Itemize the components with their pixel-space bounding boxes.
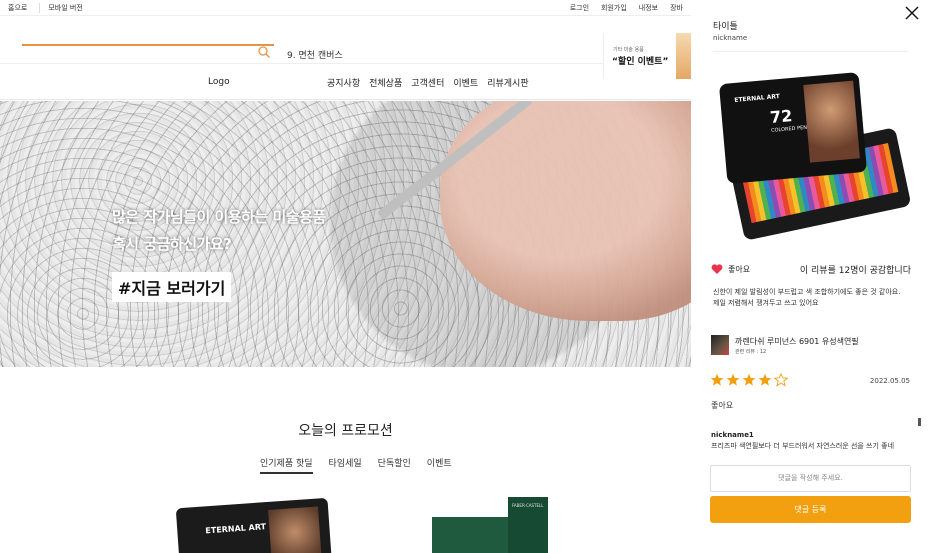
home-link[interactable]: 홈으로	[8, 3, 27, 13]
empathy-count: 이 리뷰를 12명이 공감합니다	[799, 266, 911, 276]
tin-brand: ETERNAL ART	[734, 93, 781, 104]
hero-banner[interactable]: 많은 작가님들이 이용하는 미술용품 혹시 궁금하신가요? #지금 보러가기	[0, 101, 691, 367]
comment-submit-button[interactable]: 댓글 등록	[710, 496, 911, 523]
review-title: 타이틀	[713, 22, 738, 32]
review-author: nickname	[713, 34, 748, 42]
nav-notice[interactable]: 공지사항	[327, 76, 360, 89]
my-info-link[interactable]: 내정보	[639, 3, 658, 13]
top-utility-bar: 홈으로 모바일 버전 로그인 회원가입 내정보 장바	[0, 0, 691, 16]
promo-banner-sub: 기타 미술 용품	[613, 47, 644, 53]
review-body: 신한이 제일 발림성이 부드럽고 색 조합하기에도 좋은 것 같아요. 제일 저…	[713, 288, 901, 307]
star-icon	[758, 373, 772, 386]
main-nav-row: Logo 공지사항 전체상품 고객센터 이벤트 리뷰게시판	[0, 64, 691, 100]
star-icon	[710, 373, 724, 386]
review-short-text: 좋아요	[711, 401, 734, 410]
product-thumbnail	[711, 335, 729, 355]
review-date: 2022.05.05	[869, 377, 910, 385]
product-card-2[interactable]: FABER-CASTELL	[432, 497, 550, 553]
promotion-tabs: 인기제품 핫딜 타임세일 단독할인 이벤트	[260, 456, 452, 474]
related-product[interactable]: 까렌다쉬 루미넌스 6901 유성색연필 관련 리뷰 : 12	[711, 335, 911, 357]
comment-author: nickname1	[711, 431, 754, 439]
review-detail-panel: 타이틀 nickname ETERNAL ART 72 COLORED PENC…	[691, 0, 929, 553]
hero-line-1: 많은 작가님들이 이용하는 미술용품	[112, 208, 326, 226]
promotion-section: 오늘의 프로모션 인기제품 핫딜 타임세일 단독할인 이벤트	[0, 420, 691, 474]
pencil-tin: ETERNAL ART 72 COLORED PENCILS	[718, 72, 868, 184]
main-nav: 공지사항 전체상품 고객센터 이벤트 리뷰게시판	[327, 76, 529, 89]
tab-exclusive[interactable]: 단독할인	[378, 456, 411, 474]
product-2-tin	[432, 517, 508, 553]
login-link[interactable]: 로그인	[570, 3, 589, 13]
scrollbar-thumb[interactable]	[918, 418, 921, 426]
star-icon	[742, 373, 756, 386]
close-icon[interactable]	[904, 5, 920, 21]
promotion-heading: 오늘의 프로모션	[298, 423, 393, 439]
signup-link[interactable]: 회원가입	[601, 3, 627, 13]
product-1-portrait	[268, 506, 323, 553]
hero-line-2: 혹시 궁금하신가요?	[112, 235, 232, 253]
tin-number: 72	[769, 106, 794, 127]
search-input[interactable]	[22, 44, 274, 46]
mobile-version-link[interactable]: 모바일 버전	[39, 2, 83, 13]
hero-headline: 많은 작가님들이 이용하는 미술용품 혹시 궁금하신가요?	[112, 204, 326, 258]
like-row: 좋아요 이 리뷰를 12명이 공감합니다	[711, 262, 911, 276]
logo[interactable]: Logo	[208, 77, 230, 87]
star-icon	[726, 373, 740, 386]
heart-icon[interactable]	[711, 263, 723, 275]
comment-text: 프리즈마 색연필보다 더 부드러워서 자연스러운 선을 쓰기 좋네	[711, 442, 895, 450]
search-keyword[interactable]: 9. 면천 캔버스	[287, 48, 343, 61]
review-product-image: ETERNAL ART 72 COLORED PENCILS	[717, 72, 912, 242]
nav-review-board[interactable]: 리뷰게시판	[487, 76, 528, 89]
star-empty-icon	[774, 373, 788, 387]
nav-all-products[interactable]: 전체상품	[369, 76, 402, 89]
star-rating	[710, 373, 788, 387]
divider	[713, 51, 908, 52]
like-label[interactable]: 좋아요	[728, 264, 750, 275]
product-name: 까렌다쉬 루미넌스 6901 유성색연필	[735, 337, 859, 346]
cart-link[interactable]: 장바	[670, 3, 683, 13]
product-review-count: 관련 리뷰 : 12	[735, 349, 767, 355]
nav-event[interactable]: 이벤트	[453, 76, 478, 89]
tab-hot-deal[interactable]: 인기제품 핫딜	[260, 456, 313, 474]
product-1-brand: ETERNAL ART	[205, 522, 267, 536]
search-row: 9. 면천 캔버스 기타 미술 용품 “할인 이벤트”	[0, 16, 691, 79]
tab-time-sale[interactable]: 타임세일	[329, 456, 362, 474]
tin-portrait	[803, 80, 860, 163]
product-2-brand: FABER-CASTELL	[512, 503, 544, 508]
nav-customer-center[interactable]: 고객센터	[411, 76, 444, 89]
search-icon[interactable]	[258, 46, 270, 58]
main-site: 홈으로 모바일 버전 로그인 회원가입 내정보 장바 9. 면천 캔버스 기타 …	[0, 0, 691, 553]
comment-input[interactable]: 댓글을 작성해 주세요.	[710, 465, 911, 492]
hero-cta-button[interactable]: #지금 보러가기	[112, 272, 232, 302]
tab-event[interactable]: 이벤트	[427, 456, 452, 474]
product-card-1[interactable]: ETERNAL ART	[175, 497, 333, 553]
